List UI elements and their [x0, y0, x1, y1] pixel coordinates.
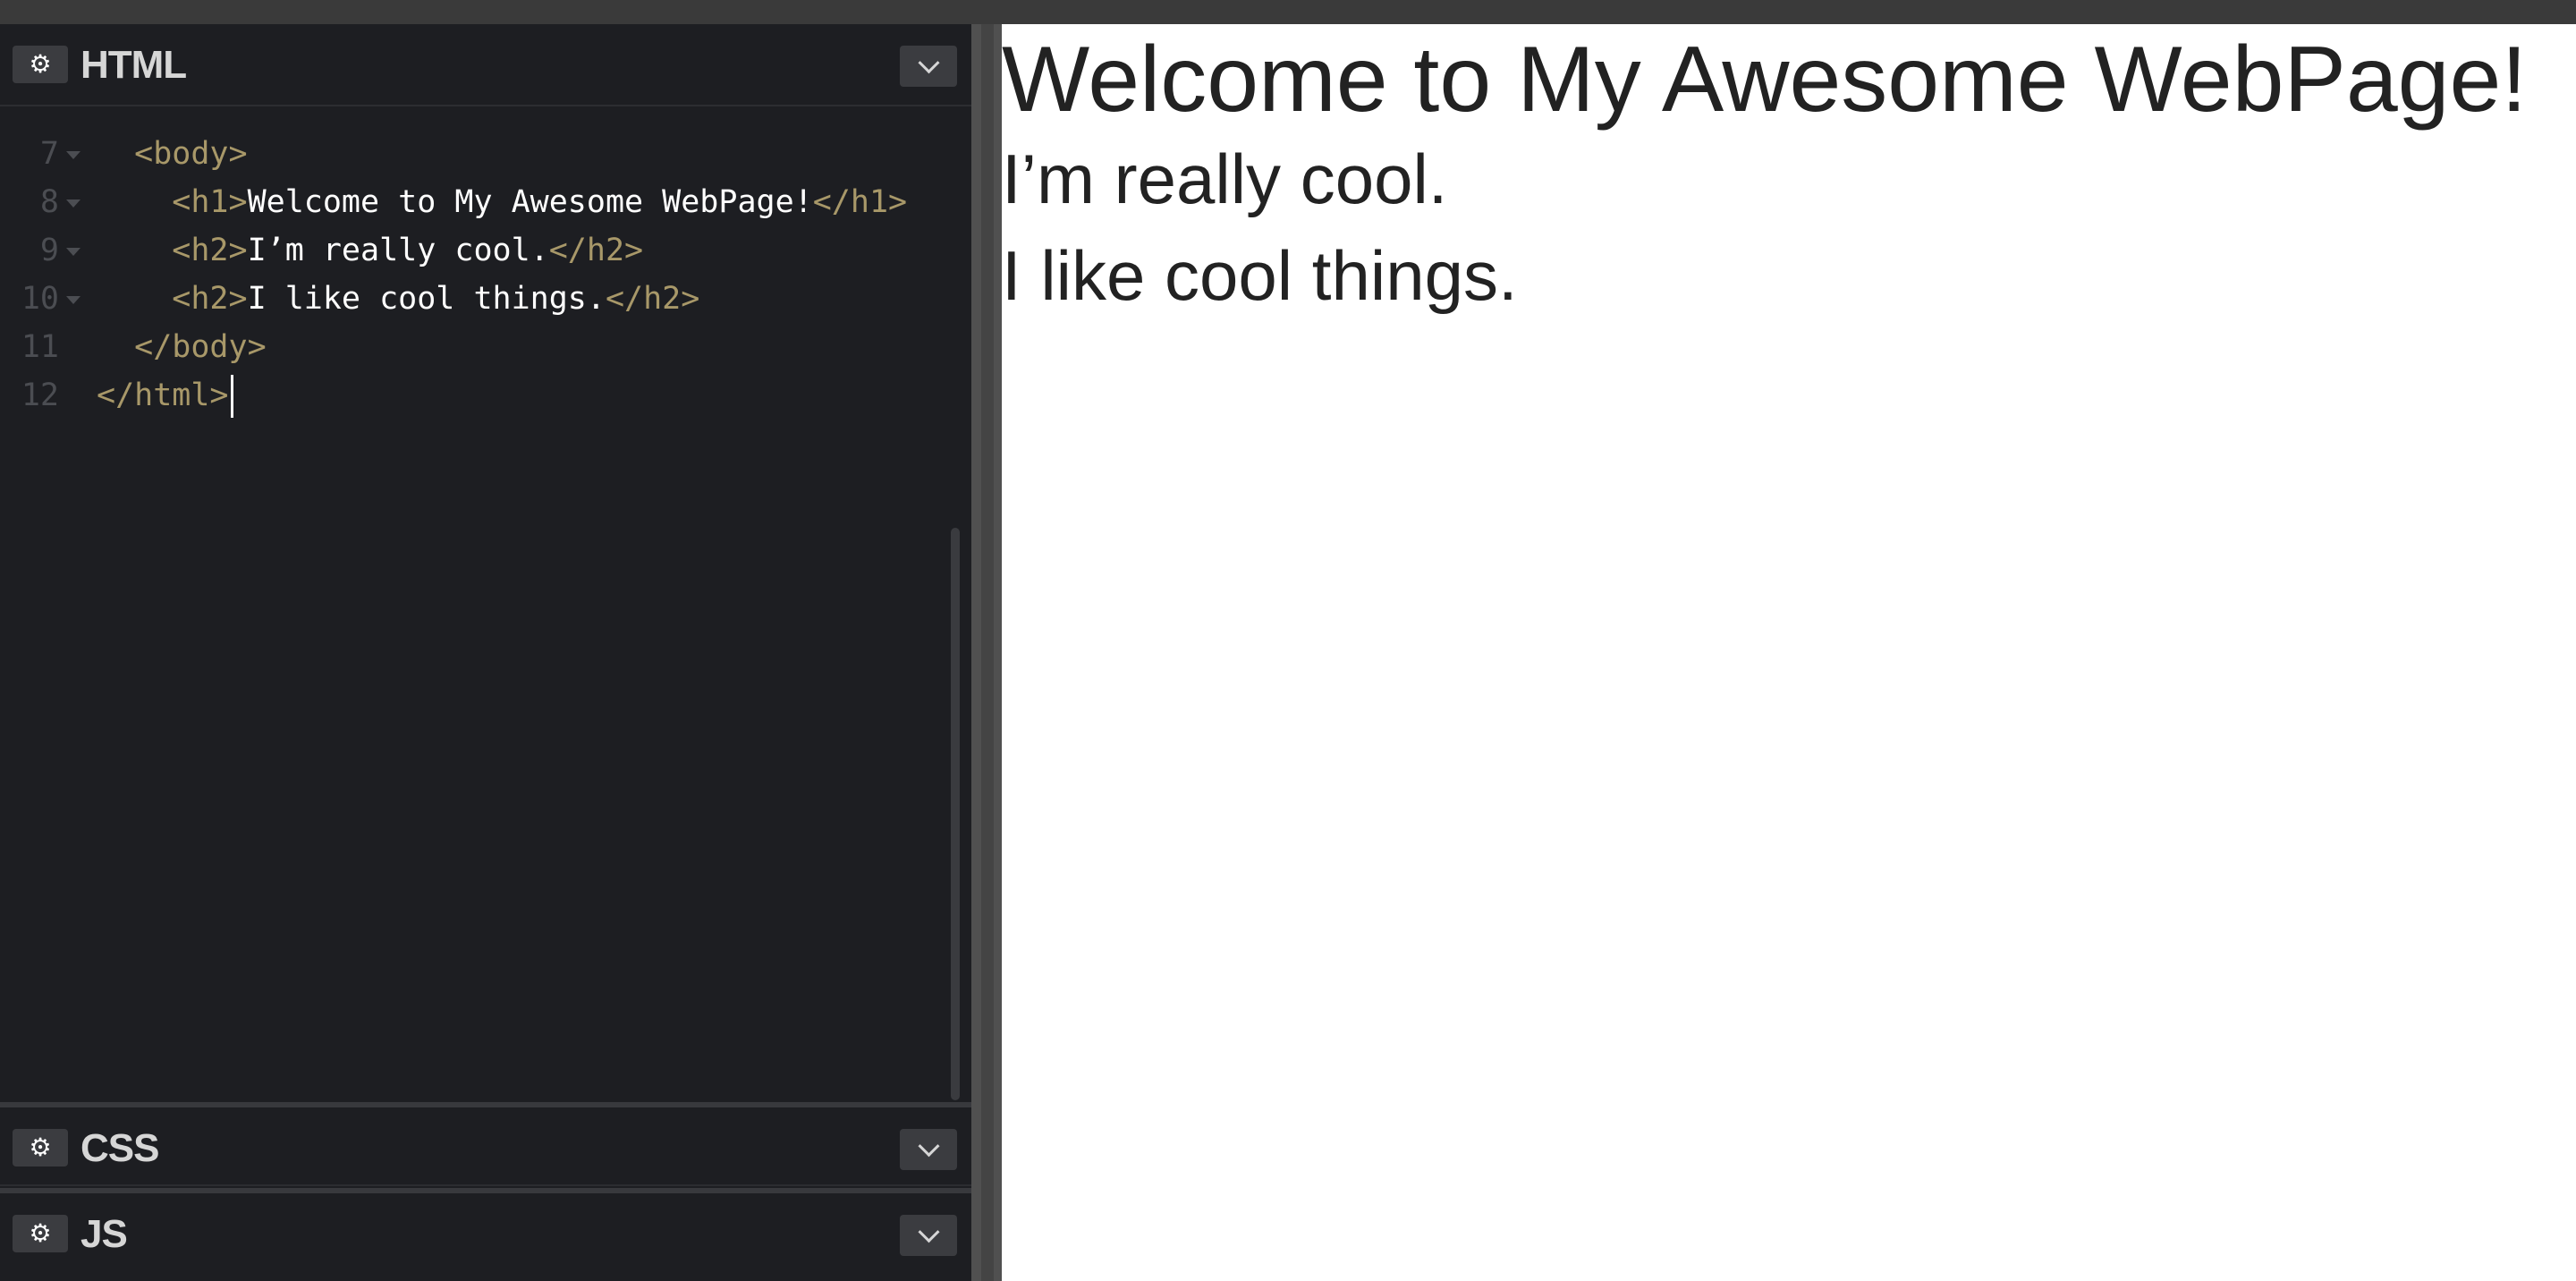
code-content: I like cool things.	[247, 281, 606, 317]
text-cursor	[230, 375, 233, 418]
code-tag: </h2>	[548, 233, 644, 268]
code-tag: <h1>	[97, 184, 248, 220]
code-line[interactable]: 8 <h1>Welcome to My Awesome WebPage!</h1…	[0, 178, 948, 226]
line-number: 12	[21, 378, 59, 413]
preview-subheading: I like cool things.	[1002, 236, 1518, 315]
js-expand-button[interactable]	[900, 1215, 957, 1256]
code-content: I’m really cool.	[247, 233, 549, 268]
fold-arrow-icon[interactable]	[66, 248, 80, 256]
code-line[interactable]: 10 <h2>I like cool things.</h2>	[0, 275, 948, 323]
js-editor-header[interactable]: ⚙ JS	[0, 1193, 971, 1281]
code-line[interactable]: 11 </body>	[0, 323, 948, 371]
code-tag: </html>	[97, 378, 229, 413]
resize-handle[interactable]	[981, 24, 994, 1281]
chevron-down-icon	[917, 51, 940, 73]
code-tag: </body>	[97, 329, 267, 365]
fold-arrow-icon[interactable]	[66, 199, 80, 208]
code-content: Welcome to My Awesome WebPage!	[247, 184, 813, 220]
code-text: </body>	[97, 323, 267, 371]
css-settings-button[interactable]: ⚙	[13, 1129, 68, 1166]
fold-arrow-icon[interactable]	[66, 151, 80, 159]
top-bar	[0, 0, 2576, 24]
chevron-down-icon	[917, 1220, 940, 1243]
line-number: 7	[39, 136, 59, 172]
html-editor-title: HTML	[80, 43, 187, 87]
code-text: </html>	[97, 371, 233, 420]
line-number: 9	[39, 233, 59, 268]
editor-pane: ⚙ HTML 7 <body> 8 <h1>Welcome to My Aweso…	[0, 24, 971, 1281]
line-number: 10	[21, 281, 59, 317]
html-editor-header: ⚙ HTML	[0, 24, 971, 106]
code-tag: <h2>	[97, 233, 248, 268]
css-expand-button[interactable]	[900, 1129, 957, 1170]
js-editor-title: JS	[80, 1212, 128, 1256]
line-number: 8	[39, 184, 59, 220]
gear-icon: ⚙	[29, 1133, 52, 1162]
code-tag: </h2>	[605, 281, 700, 317]
code-playground: ⚙ HTML 7 <body> 8 <h1>Welcome to My Aweso…	[0, 0, 2576, 1281]
preview-heading: Welcome to My Awesome WebPage!	[1002, 28, 2528, 131]
html-code-editor[interactable]: 7 <body> 8 <h1>Welcome to My Awesome WebP…	[0, 130, 971, 1118]
gear-icon: ⚙	[29, 49, 52, 79]
code-tag: <body>	[97, 136, 248, 172]
code-text: <h2>I like cool things.</h2>	[97, 275, 699, 323]
gear-icon: ⚙	[29, 1218, 52, 1248]
html-collapse-button[interactable]	[900, 46, 957, 87]
chevron-down-icon	[917, 1134, 940, 1157]
code-tag: <h2>	[97, 281, 248, 317]
code-line[interactable]: 9 <h2>I’m really cool.</h2>	[0, 226, 948, 275]
code-line[interactable]: 7 <body>	[0, 130, 948, 178]
code-text: <body>	[97, 130, 248, 178]
code-text: <h2>I’m really cool.</h2>	[97, 226, 643, 275]
code-text: <h1>Welcome to My Awesome WebPage!</h1>	[97, 178, 907, 226]
css-editor-title: CSS	[80, 1126, 159, 1170]
code-line[interactable]: 12 </html>	[0, 371, 948, 420]
preview-subheading: I’m really cool.	[1002, 140, 1448, 218]
code-tag: </h1>	[812, 184, 908, 220]
js-settings-button[interactable]: ⚙	[13, 1215, 68, 1252]
css-editor-header[interactable]: ⚙ CSS	[0, 1107, 971, 1186]
html-settings-button[interactable]: ⚙	[13, 46, 68, 83]
line-number: 11	[21, 329, 59, 365]
editor-scrollbar[interactable]	[951, 528, 960, 1100]
fold-arrow-icon[interactable]	[66, 296, 80, 304]
